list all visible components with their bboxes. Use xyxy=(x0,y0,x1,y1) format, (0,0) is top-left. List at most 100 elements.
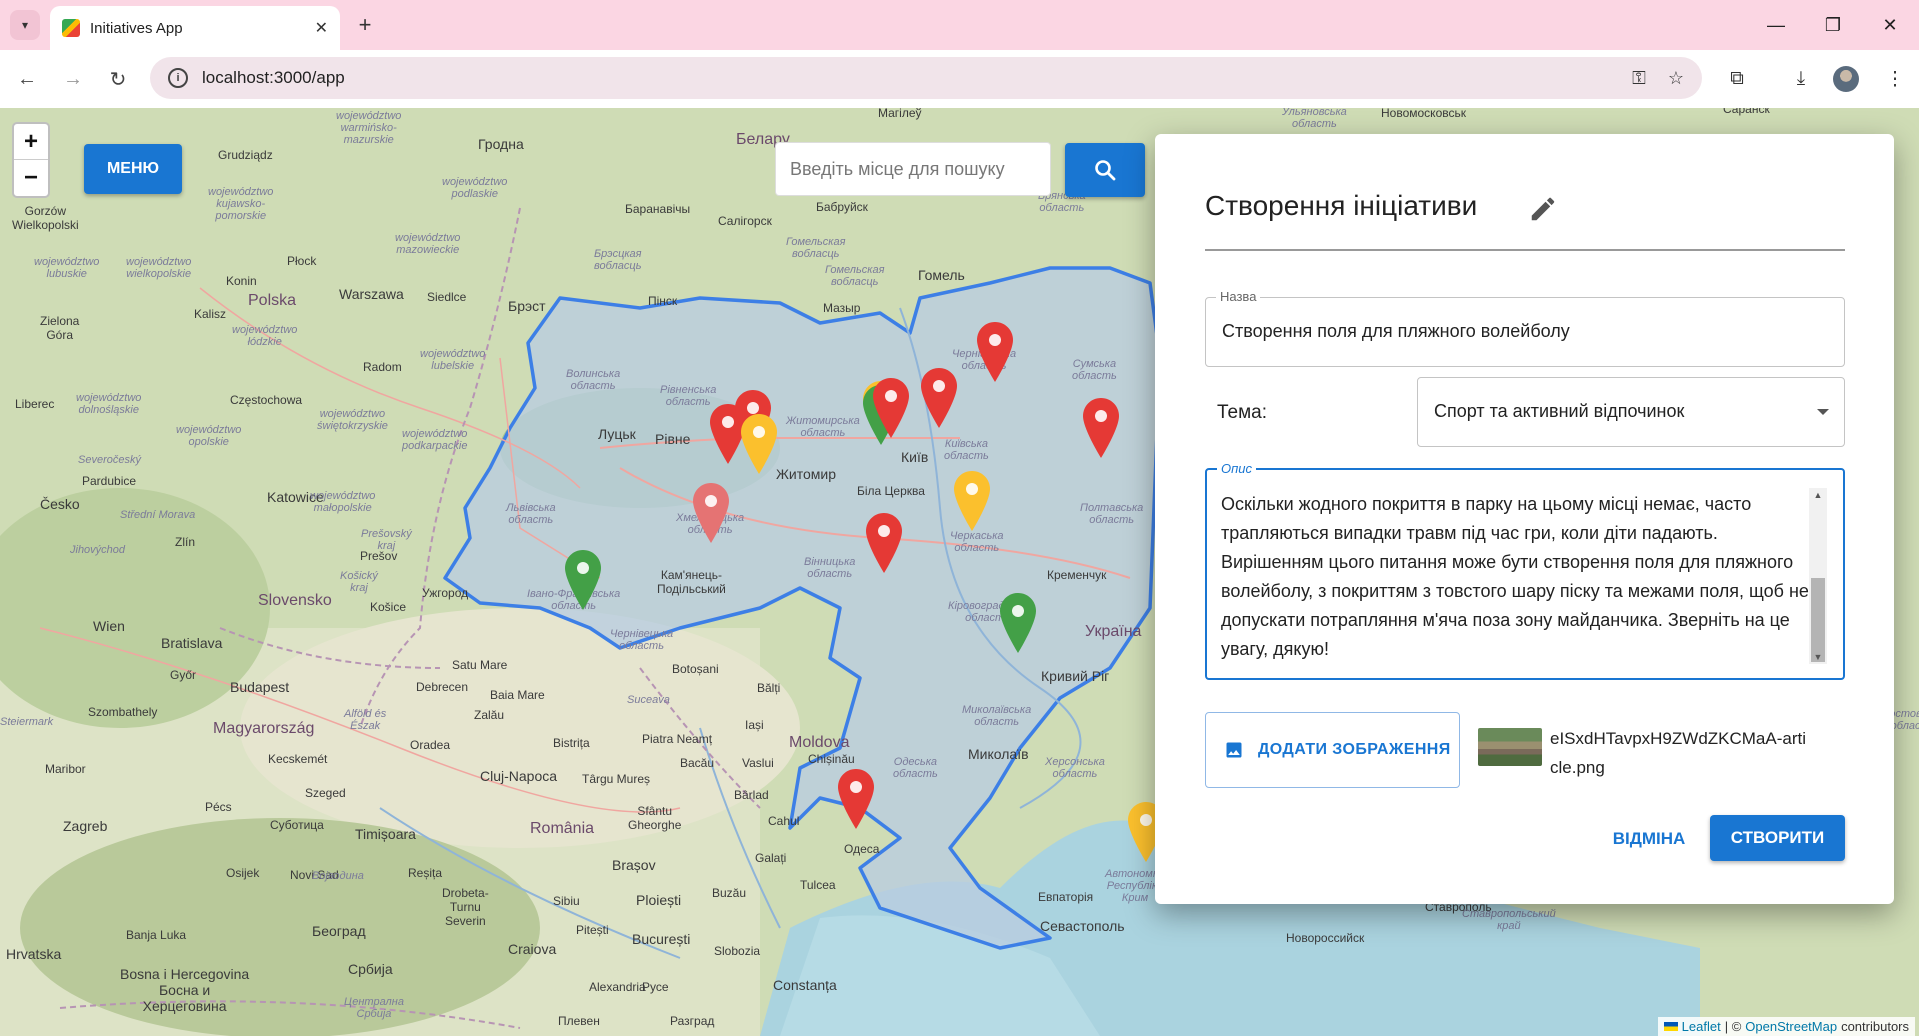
region-label-kosicky: Košický kraj xyxy=(340,570,378,594)
bookmark-star-icon[interactable]: ☆ xyxy=(1668,68,1684,89)
map-marker[interactable] xyxy=(866,513,902,573)
create-initiative-dialog: Створення ініціативи Назва Створення пол… xyxy=(1155,134,1894,904)
browser-menu-kebab-icon[interactable]: ⋮ xyxy=(1880,64,1910,94)
search-button[interactable] xyxy=(1065,143,1145,197)
map-label-sfantu: Sfântu Gheorghe xyxy=(628,804,682,832)
map-label-alexandria: Alexandria xyxy=(589,980,646,994)
map-label-odesa: Одеса xyxy=(844,842,880,856)
map-label-mazyr: Мазыр xyxy=(823,301,861,315)
map-label-hrodna: Гродна xyxy=(478,136,524,152)
map-label-satu-mare: Satu Mare xyxy=(452,658,508,672)
map-label-suceava: Suceava xyxy=(627,694,670,706)
map-label-pardubice: Pardubice xyxy=(82,474,137,488)
region-label-opolskie: województwo opolskie xyxy=(176,424,242,448)
map-label-polska: Polska xyxy=(248,292,297,309)
map-label-konin: Konin xyxy=(226,274,257,288)
scroll-down-arrow-icon[interactable]: ▼ xyxy=(1809,650,1827,664)
password-key-icon[interactable]: ⚿ xyxy=(1632,68,1646,89)
restore-window-icon[interactable]: ❐ xyxy=(1820,12,1846,38)
map-label-brasov: Brașov xyxy=(612,857,656,873)
region-label-volynska: Волинська область xyxy=(566,368,621,392)
new-tab-plus-icon[interactable]: + xyxy=(352,12,378,38)
map-marker[interactable] xyxy=(1083,398,1119,458)
address-url[interactable]: localhost:3000/app xyxy=(202,68,1610,88)
map-label-babruisk: Бабруйск xyxy=(816,200,868,214)
map-label-slobozia: Slobozia xyxy=(714,944,761,958)
map-marker[interactable] xyxy=(838,769,874,829)
cancel-button[interactable]: ВІДМІНА xyxy=(1599,816,1699,862)
region-label-bresckaya: Брэсцкая вобласць xyxy=(594,248,642,272)
map-label-uzhhorod: Ужгород xyxy=(422,586,469,600)
map-label-evpatoria: Евпаторія xyxy=(1038,890,1094,904)
map-label-baia-mare: Baia Mare xyxy=(490,688,545,702)
map-marker[interactable] xyxy=(693,483,729,543)
forward-arrow-icon[interactable]: → xyxy=(58,64,88,94)
region-label-sumska: Сумська область xyxy=(1072,358,1117,382)
region-label-presovsky: Prešovský kraj xyxy=(361,528,412,552)
map-label-subotica: Суботица xyxy=(270,818,324,832)
extensions-puzzle-icon[interactable]: ⧉ xyxy=(1722,64,1752,94)
map-label-tulcea: Tulcea xyxy=(800,878,836,892)
region-label-bieloruskaya: Гомельская вобласць xyxy=(786,236,846,260)
map-marker[interactable] xyxy=(977,322,1013,382)
map-marker[interactable] xyxy=(954,471,990,531)
map-label-ploiesti: Ploiești xyxy=(636,892,682,908)
map-marker[interactable] xyxy=(1000,593,1036,653)
map-label-piatra-neamt: Piatra Neamț xyxy=(642,732,713,746)
image-icon xyxy=(1226,742,1242,758)
map-marker[interactable] xyxy=(873,378,909,438)
place-search-input[interactable]: Введіть місце для пошуку xyxy=(775,142,1051,196)
close-tab-icon[interactable]: ✕ xyxy=(315,18,328,38)
menu-button[interactable]: МЕНЮ xyxy=(84,144,182,194)
tab-search-dropdown-icon[interactable]: ▾ xyxy=(10,10,40,40)
map-label-saransk: Саранск xyxy=(1723,108,1770,116)
region-label-steiermark: Steiermark xyxy=(0,716,54,728)
browser-tab-active[interactable]: Initiatives App ✕ xyxy=(50,6,340,50)
leaflet-link[interactable]: Leaflet xyxy=(1682,1019,1721,1034)
create-button[interactable]: СТВОРИТИ xyxy=(1710,815,1845,861)
downloads-icon[interactable]: ⤓ xyxy=(1786,64,1816,94)
attribution-separator: | © xyxy=(1724,1019,1742,1034)
site-info-icon[interactable]: i xyxy=(168,68,188,88)
region-label-mazowieckie: województwo mazowieckie xyxy=(395,232,461,256)
map-marker[interactable] xyxy=(921,368,957,428)
name-field[interactable]: Назва Створення поля для пляжного волейб… xyxy=(1205,289,1845,367)
region-label-zhytomyrska: Житомирська область xyxy=(786,415,860,439)
topic-select[interactable]: Спорт та активний відпочинок xyxy=(1417,377,1845,447)
add-image-button[interactable]: ДОДАТИ ЗОБРАЖЕННЯ xyxy=(1205,712,1460,788)
name-field-value[interactable]: Створення поля для пляжного волейболу xyxy=(1222,321,1570,342)
dropdown-arrow-icon[interactable] xyxy=(1816,408,1830,418)
map-label-hrvatska: Hrvatska xyxy=(6,946,62,962)
region-label-cherkaska: Черкаська область xyxy=(950,530,1004,554)
map-label-plock: Płock xyxy=(287,254,317,268)
close-window-icon[interactable]: ✕ xyxy=(1877,12,1903,38)
scroll-up-arrow-icon[interactable]: ▲ xyxy=(1809,488,1827,502)
map-label-constanta: Constanța xyxy=(773,977,837,993)
map-label-bistrita: Bistrița xyxy=(553,736,590,750)
map-label-brest: Брэст xyxy=(508,298,546,314)
description-field-legend: Опис xyxy=(1217,461,1256,476)
minimize-window-icon[interactable]: — xyxy=(1763,12,1789,38)
description-field[interactable]: Опис Оскільки жодного покриття в парку н… xyxy=(1205,461,1845,680)
description-textarea[interactable]: Оскільки жодного покриття в парку на цьо… xyxy=(1221,490,1811,664)
region-label-ulianovska: Ульяновська область xyxy=(1282,108,1347,130)
reload-icon[interactable]: ↻ xyxy=(103,64,133,94)
ukraine-flag-icon xyxy=(1663,1022,1678,1031)
topic-select-value[interactable]: Спорт та активний відпочинок xyxy=(1434,401,1684,422)
map-marker[interactable] xyxy=(741,414,777,474)
region-label-swietokrzyskie: województwo świętokrzyskie xyxy=(317,408,388,432)
map-label-radom: Radom xyxy=(363,360,402,374)
back-arrow-icon[interactable]: ← xyxy=(12,64,42,94)
region-label-wielkopolskie: województwo wielkopolskie xyxy=(126,256,192,280)
address-bar[interactable]: i localhost:3000/app ⚿ ☆ xyxy=(150,57,1702,99)
edit-pencil-icon[interactable] xyxy=(1528,194,1558,224)
zoom-out-button[interactable]: − xyxy=(14,160,48,196)
title-divider xyxy=(1205,249,1845,251)
region-label-severocesky: Severočeský xyxy=(78,454,141,466)
browser-toolbar: ← → ↻ i localhost:3000/app ⚿ ☆ ⧉ ⤓ ⋮ xyxy=(0,50,1919,108)
osm-link[interactable]: OpenStreetMap xyxy=(1745,1019,1837,1034)
map-marker[interactable] xyxy=(565,550,601,610)
zoom-in-button[interactable]: + xyxy=(14,124,48,160)
profile-avatar[interactable] xyxy=(1833,66,1859,92)
description-scrollbar[interactable]: ▲ ▼ xyxy=(1809,488,1827,664)
